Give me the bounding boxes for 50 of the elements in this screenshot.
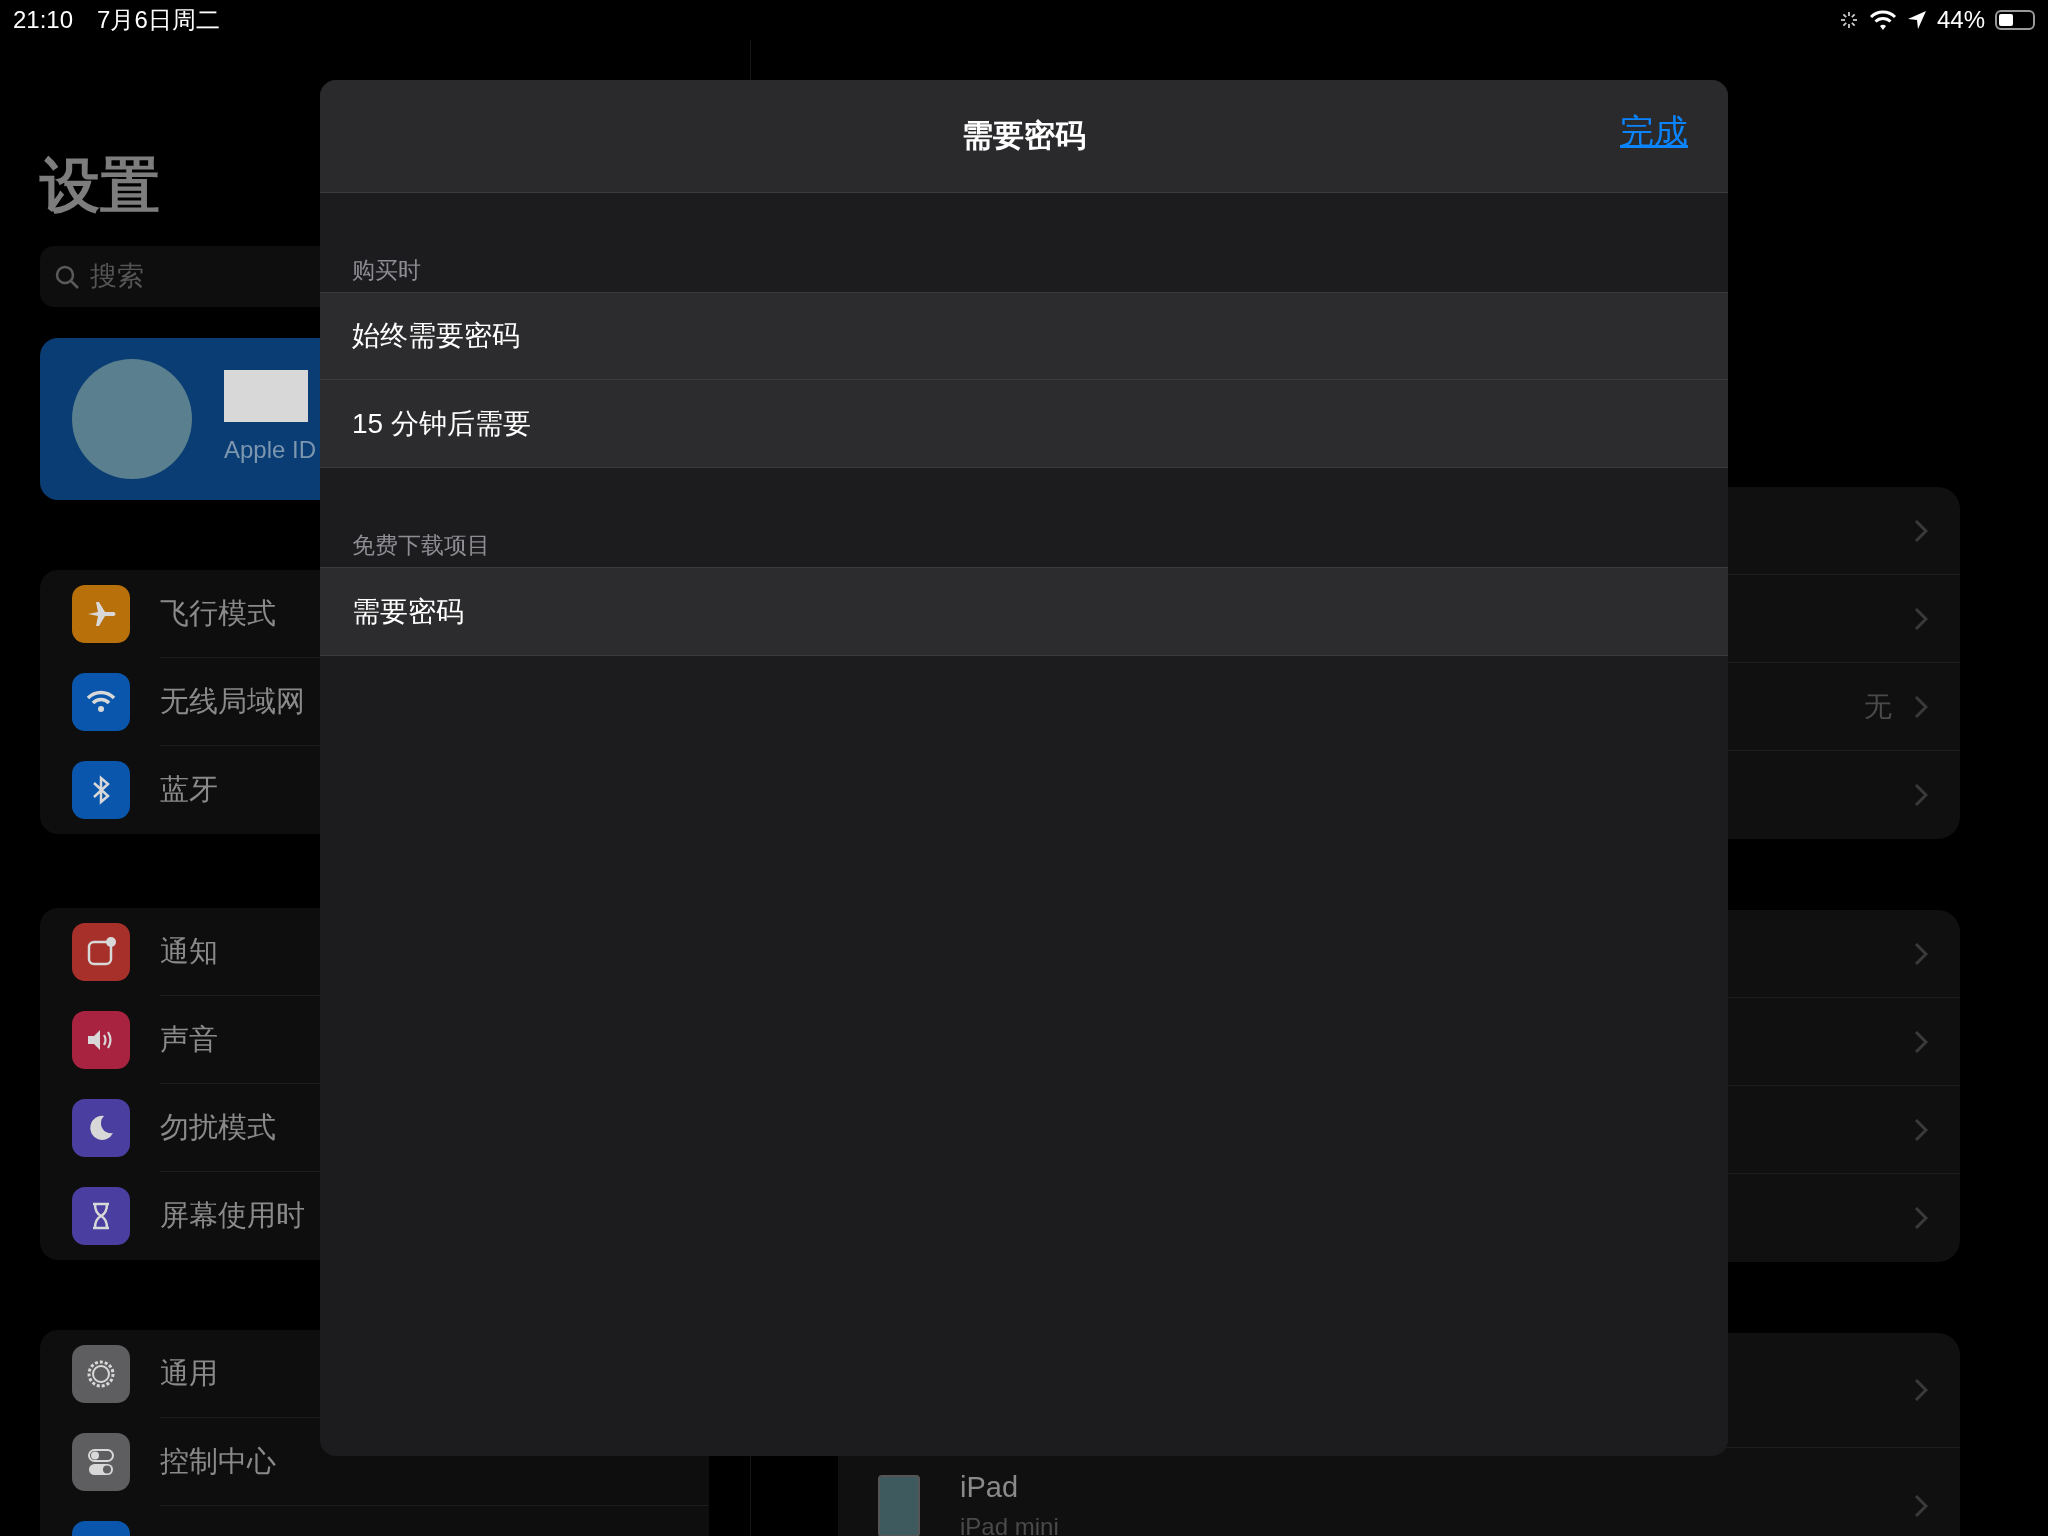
chevron-right-icon	[1914, 1378, 1928, 1402]
gear-icon-tile[interactable]	[72, 1345, 130, 1403]
page-title: 设置	[40, 152, 161, 220]
search-icon	[54, 263, 80, 290]
option-item[interactable]: 15 分钟后需要	[352, 402, 531, 445]
bluetooth-icon-tile[interactable]	[72, 761, 130, 819]
chevron-right-icon	[1914, 941, 1928, 966]
wifi-icon	[1868, 9, 1897, 31]
chevron-right-icon	[1914, 1206, 1928, 1230]
notification-icon-tile[interactable]	[72, 923, 130, 981]
moon-icon-tile[interactable]	[72, 1099, 130, 1157]
chevron-right-icon	[1914, 694, 1928, 719]
row-value: 无	[1864, 689, 1892, 724]
battery-icon	[1995, 10, 2035, 30]
wifi-icon-tile[interactable]	[72, 673, 130, 731]
settings-item[interactable]: 控制中心	[160, 1439, 276, 1484]
chevron-right-icon	[1914, 1493, 1928, 1518]
settings-item[interactable]: 通知	[160, 929, 218, 974]
settings-item[interactable]: 声音	[160, 1017, 218, 1062]
settings-item[interactable]: 屏幕使用时	[160, 1194, 305, 1238]
airplane-icon-tile[interactable]	[72, 585, 130, 643]
chevron-right-icon	[1914, 1117, 1928, 1142]
profile-subtitle: Apple ID	[224, 435, 317, 465]
location-arrow-icon	[1906, 10, 1927, 30]
device-name: iPad	[960, 1469, 1020, 1505]
battery-percentage: 44%	[1936, 5, 1985, 35]
date-text: 7月6日周二	[97, 5, 220, 35]
activity-spinner-icon	[1838, 10, 1859, 30]
tablet-device-icon	[878, 1474, 920, 1536]
settings-item[interactable]: 勿扰模式	[160, 1105, 276, 1150]
section-header: 免费下载项目	[351, 531, 491, 560]
chevron-right-icon	[1914, 518, 1928, 543]
toggle-switches-icon-tile[interactable]	[72, 1433, 130, 1491]
hourglass-icon-tile[interactable]	[72, 1187, 130, 1245]
done-button[interactable]: 完成	[1620, 106, 1688, 157]
device-model: iPad mini	[960, 1512, 1059, 1536]
settings-item[interactable]: 通用	[160, 1351, 218, 1396]
sheet-title: 需要密码	[962, 116, 1086, 155]
settings-item[interactable]: 无线局域网	[160, 679, 305, 724]
speaker-icon-tile[interactable]	[72, 1011, 130, 1069]
settings-item[interactable]: 蓝牙	[160, 768, 218, 812]
clock-time: 21:10	[13, 5, 74, 35]
chevron-right-icon	[1914, 783, 1928, 807]
option-item[interactable]: 需要密码	[352, 590, 464, 633]
section-header: 购买时	[351, 256, 422, 285]
search-placeholder: 搜索	[90, 260, 144, 294]
chevron-right-icon	[1914, 606, 1928, 631]
settings-item[interactable]: 飞行模式	[160, 591, 276, 636]
option-item[interactable]: 始终需要密码	[352, 315, 520, 357]
chevron-right-icon	[1914, 1029, 1928, 1054]
